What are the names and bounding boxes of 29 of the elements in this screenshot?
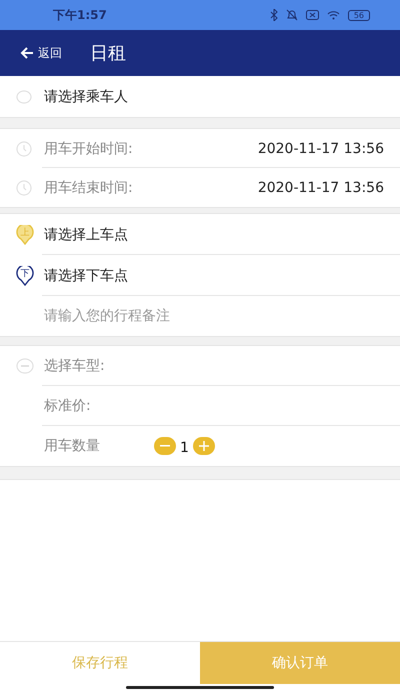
- page-title: 日租: [90, 42, 126, 65]
- quantity-value: 1: [180, 440, 189, 456]
- back-arrow-icon: [20, 47, 34, 59]
- bell-muted-icon: [286, 9, 298, 21]
- select-label[interactable]: 请选择下车点: [44, 266, 128, 284]
- clock-icon: [16, 180, 32, 196]
- increase-button[interactable]: [192, 437, 215, 455]
- minus-icon: [160, 445, 170, 447]
- plus-icon: [198, 441, 209, 451]
- wifi-icon: [326, 10, 340, 20]
- back-button[interactable]: 返回: [20, 44, 62, 62]
- time-value[interactable]: 2020-11-17 13:56: [258, 180, 384, 196]
- minus-icon: [16, 358, 34, 374]
- field-label: 标准价:: [44, 397, 91, 415]
- field-label: 用车结束时间:: [44, 178, 133, 196]
- field-label: 用车开始时间:: [44, 140, 133, 158]
- bluetooth-icon: [270, 9, 278, 21]
- select-label[interactable]: 请选择上车点: [44, 226, 128, 244]
- clock-icon: [16, 140, 32, 156]
- sim-icon: [306, 10, 319, 20]
- status-time: 下午1:57: [53, 6, 107, 24]
- decrease-button[interactable]: [154, 437, 176, 455]
- location-pin-icon: 上: [16, 224, 34, 244]
- time-value[interactable]: 2020-11-17 13:56: [258, 140, 384, 156]
- location-pin-icon: 下: [16, 266, 34, 286]
- battery-indicator: 56: [348, 10, 370, 20]
- select-label[interactable]: 请选择乘车人: [44, 88, 128, 106]
- field-label[interactable]: 选择车型:: [44, 357, 105, 375]
- field-label: 用车数量: [44, 437, 101, 455]
